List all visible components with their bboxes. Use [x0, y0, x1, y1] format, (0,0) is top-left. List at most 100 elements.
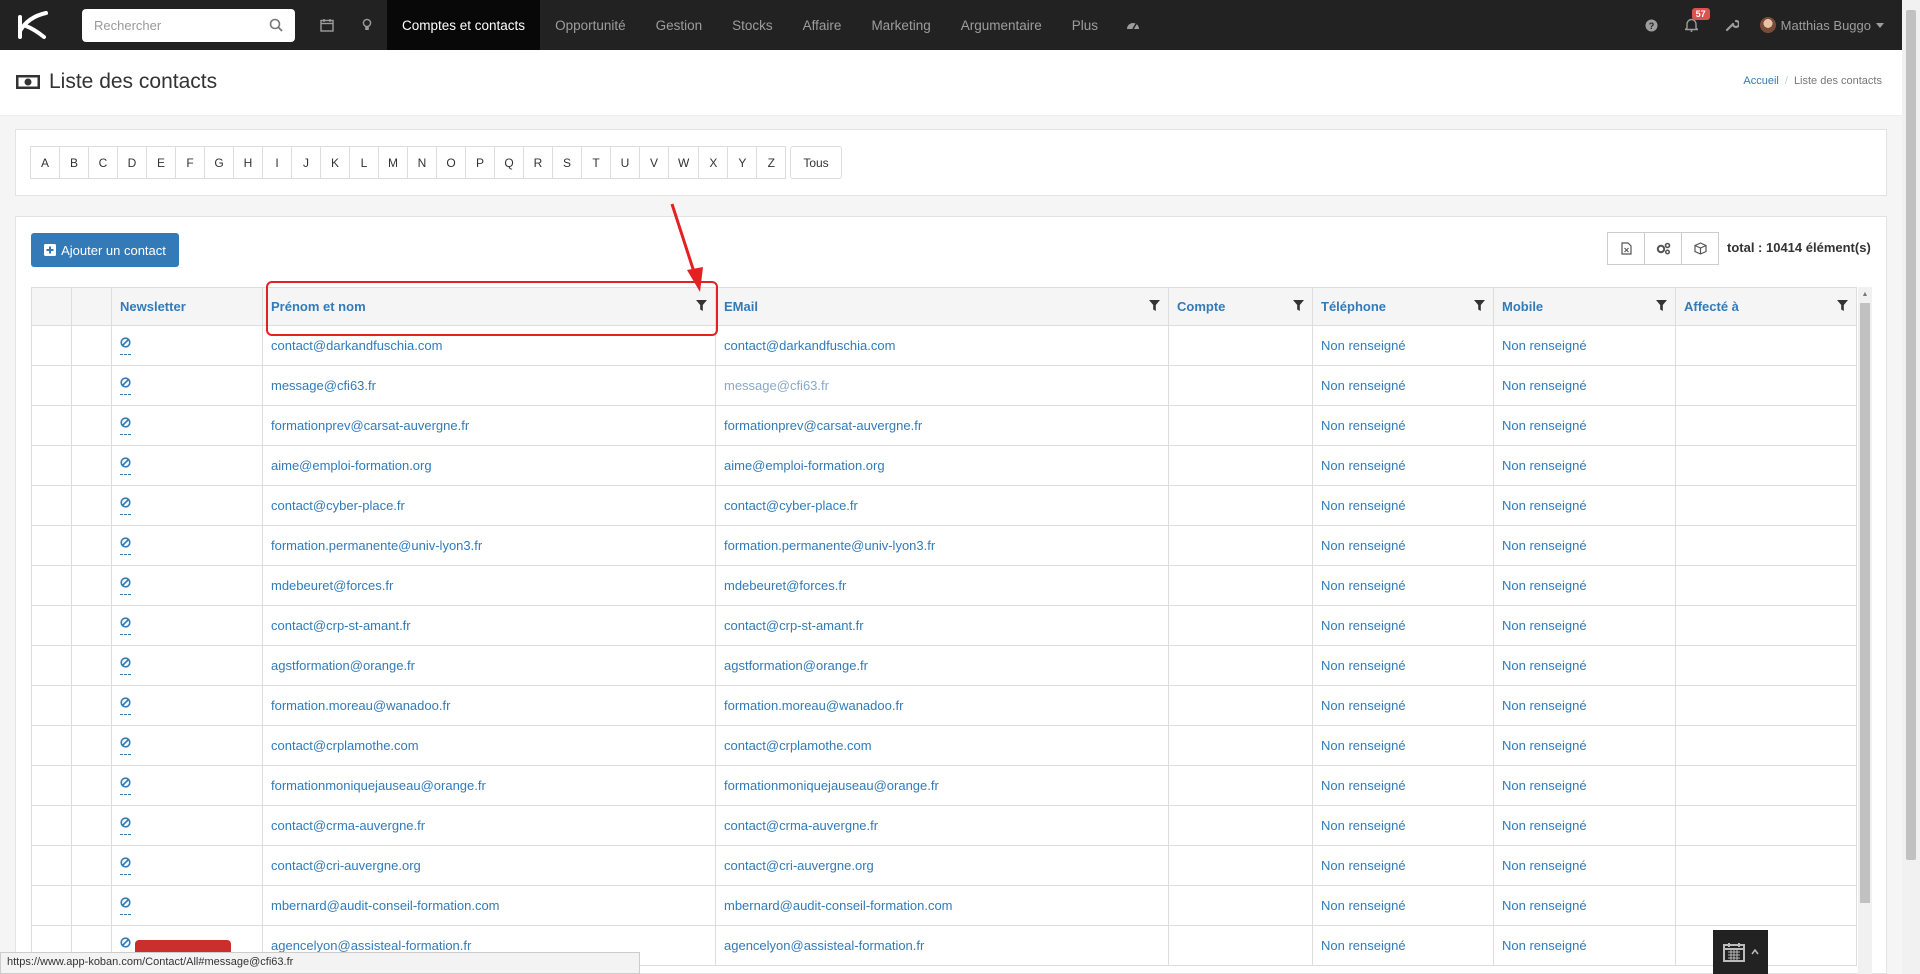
newsletter-cell[interactable]: [111, 445, 263, 486]
row-select-cell[interactable]: [31, 605, 72, 646]
nav-plus[interactable]: Plus: [1057, 0, 1113, 50]
newsletter-unsubscribed-icon[interactable]: [120, 856, 131, 875]
letter-filter-p[interactable]: P: [465, 146, 495, 179]
row-actions-cell[interactable]: [71, 445, 112, 486]
compte-cell[interactable]: [1168, 325, 1313, 366]
telephone-cell[interactable]: Non renseigné: [1312, 685, 1494, 726]
filter-icon[interactable]: [1149, 299, 1160, 314]
row-actions-cell[interactable]: [71, 805, 112, 846]
newsletter-cell[interactable]: [111, 845, 263, 886]
newsletter-cell[interactable]: [111, 525, 263, 566]
nav-marketing[interactable]: Marketing: [856, 0, 945, 50]
table-row[interactable]: contact@cri-auvergne.org contact@cri-auve…: [31, 845, 1857, 886]
row-actions-cell[interactable]: [71, 485, 112, 526]
telephone-cell[interactable]: Non renseigné: [1312, 805, 1494, 846]
mobile-cell[interactable]: Non renseigné: [1493, 325, 1676, 366]
newsletter-unsubscribed-icon[interactable]: [120, 576, 131, 595]
table-row[interactable]: agstformation@orange.fr agstformation@ora…: [31, 645, 1857, 686]
mobile-cell[interactable]: Non renseigné: [1493, 565, 1676, 606]
row-select-cell[interactable]: [31, 325, 72, 366]
affecte-cell[interactable]: [1675, 605, 1857, 646]
email-cell[interactable]: formationmoniquejauseau@orange.fr: [715, 765, 1169, 806]
telephone-cell[interactable]: Non renseigné: [1312, 725, 1494, 766]
name-cell[interactable]: mdebeuret@forces.fr: [262, 565, 716, 606]
row-select-cell[interactable]: [31, 805, 72, 846]
newsletter-unsubscribed-icon[interactable]: [120, 336, 131, 355]
compte-cell[interactable]: [1168, 365, 1313, 406]
mobile-cell[interactable]: Non renseigné: [1493, 805, 1676, 846]
compte-cell[interactable]: [1168, 565, 1313, 606]
letter-filter-s[interactable]: S: [552, 146, 582, 179]
email-cell[interactable]: contact@darkandfuschia.com: [715, 325, 1169, 366]
letter-filter-a[interactable]: A: [30, 146, 60, 179]
row-actions-cell[interactable]: [71, 605, 112, 646]
compte-cell[interactable]: [1168, 925, 1313, 966]
compte-cell[interactable]: [1168, 845, 1313, 886]
letter-filter-b[interactable]: B: [59, 146, 89, 179]
name-cell[interactable]: message@cfi63.fr: [262, 365, 716, 406]
wrench-icon[interactable]: [1712, 0, 1752, 50]
email-cell[interactable]: mdebeuret@forces.fr: [715, 565, 1169, 606]
newsletter-cell[interactable]: [111, 885, 263, 926]
row-select-cell[interactable]: [31, 565, 72, 606]
letter-filter-t[interactable]: T: [581, 146, 611, 179]
user-menu[interactable]: Matthias Buggo: [1752, 17, 1902, 33]
row-actions-cell[interactable]: [71, 765, 112, 806]
letter-filter-h[interactable]: H: [233, 146, 263, 179]
name-cell[interactable]: agstformation@orange.fr: [262, 645, 716, 686]
page-scrollbar[interactable]: [1902, 0, 1920, 974]
email-cell[interactable]: message@cfi63.fr: [715, 365, 1169, 406]
email-cell[interactable]: formation.permanente@univ-lyon3.fr: [715, 525, 1169, 566]
notifications-bell-icon[interactable]: 57: [1672, 0, 1712, 50]
newsletter-unsubscribed-icon[interactable]: [120, 696, 131, 715]
letter-filter-f[interactable]: F: [175, 146, 205, 179]
letter-filter-w[interactable]: W: [668, 146, 700, 179]
compte-cell[interactable]: [1168, 485, 1313, 526]
email-cell[interactable]: contact@cri-auvergne.org: [715, 845, 1169, 886]
filter-icon[interactable]: [1656, 299, 1667, 314]
nav-argumentaire[interactable]: Argumentaire: [946, 0, 1057, 50]
telephone-cell[interactable]: Non renseigné: [1312, 765, 1494, 806]
newsletter-unsubscribed-icon[interactable]: [120, 376, 131, 395]
letter-filter-x[interactable]: X: [698, 146, 729, 179]
newsletter-unsubscribed-icon[interactable]: [120, 616, 131, 635]
name-cell[interactable]: formation.permanente@univ-lyon3.fr: [262, 525, 716, 566]
nav-opportunite[interactable]: Opportunité: [540, 0, 641, 50]
table-row[interactable]: message@cfi63.fr message@cfi63.fr Non rens…: [31, 365, 1857, 406]
affecte-cell[interactable]: [1675, 485, 1857, 526]
filter-icon[interactable]: [1293, 299, 1304, 314]
row-select-cell[interactable]: [31, 445, 72, 486]
table-row[interactable]: formationmoniquejauseau@orange.fr formati…: [31, 765, 1857, 806]
column-header-newsletter[interactable]: Newsletter: [111, 287, 263, 326]
letter-filter-v[interactable]: V: [639, 146, 669, 179]
name-cell[interactable]: contact@cri-auvergne.org: [262, 845, 716, 886]
table-scrollbar[interactable]: ▲: [1858, 287, 1872, 974]
letter-filter-d[interactable]: D: [117, 146, 147, 179]
column-header-mobile[interactable]: Mobile: [1493, 287, 1676, 326]
letter-filter-c[interactable]: C: [88, 146, 118, 179]
column-header-compte[interactable]: Compte: [1168, 287, 1313, 326]
name-cell[interactable]: contact@crplamothe.com: [262, 725, 716, 766]
row-select-cell[interactable]: [31, 845, 72, 886]
telephone-cell[interactable]: Non renseigné: [1312, 565, 1494, 606]
add-contact-button[interactable]: Ajouter un contact: [31, 233, 179, 267]
row-select-cell[interactable]: [31, 485, 72, 526]
newsletter-cell[interactable]: [111, 725, 263, 766]
email-cell[interactable]: agstformation@orange.fr: [715, 645, 1169, 686]
mobile-cell[interactable]: Non renseigné: [1493, 485, 1676, 526]
newsletter-unsubscribed-icon[interactable]: [120, 536, 131, 555]
breadcrumb-home[interactable]: Accueil: [1743, 75, 1778, 87]
compte-cell[interactable]: [1168, 765, 1313, 806]
filter-icon[interactable]: [1474, 299, 1485, 314]
letter-filter-all[interactable]: Tous: [790, 146, 842, 179]
mobile-cell[interactable]: Non renseigné: [1493, 605, 1676, 646]
affecte-cell[interactable]: [1675, 845, 1857, 886]
mobile-cell[interactable]: Non renseigné: [1493, 365, 1676, 406]
table-row[interactable]: mbernard@audit-conseil-formation.com mber…: [31, 885, 1857, 926]
compte-cell[interactable]: [1168, 445, 1313, 486]
compte-cell[interactable]: [1168, 525, 1313, 566]
row-select-cell[interactable]: [31, 685, 72, 726]
settings-button[interactable]: [1644, 232, 1682, 265]
table-row[interactable]: aime@emploi-formation.org aime@emploi-for…: [31, 445, 1857, 486]
email-cell[interactable]: contact@cyber-place.fr: [715, 485, 1169, 526]
